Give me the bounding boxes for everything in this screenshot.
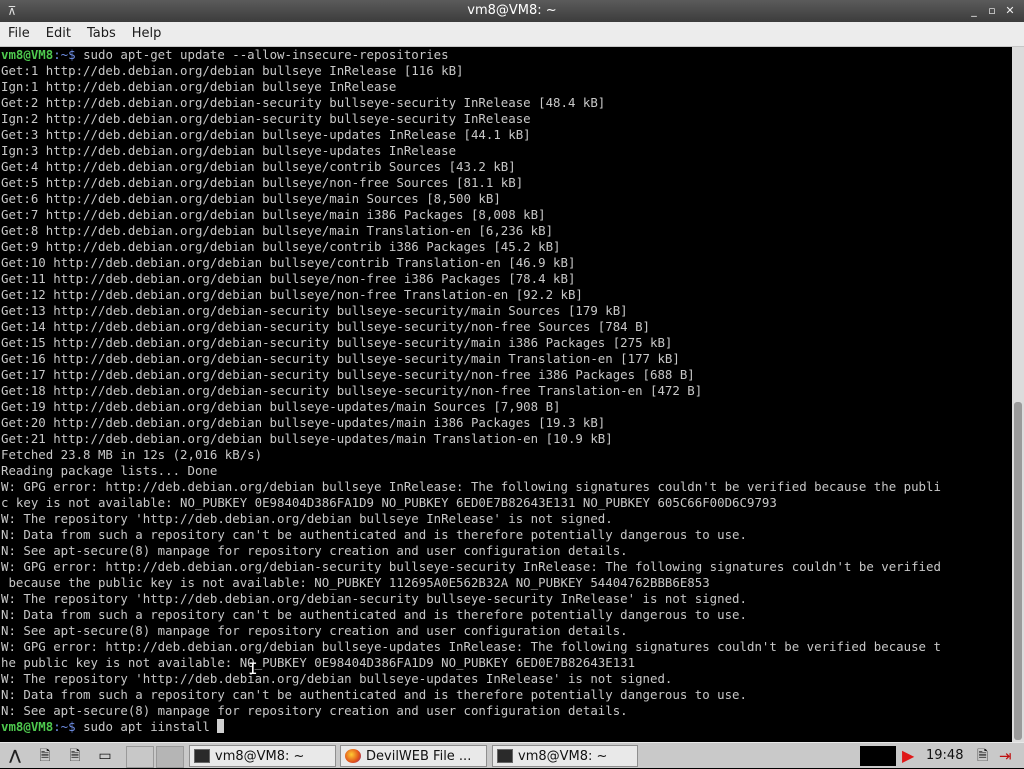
- close-button[interactable]: ✕: [1002, 0, 1018, 22]
- task-label: DevilWEB File ...: [366, 748, 472, 764]
- output-line: Get:6 http://deb.debian.org/debian bulls…: [1, 191, 501, 206]
- terminal-output[interactable]: vm8@VM8:~$ sudo apt-get update --allow-i…: [0, 47, 1012, 742]
- output-line: Get:18 http://deb.debian.org/debian-secu…: [1, 383, 703, 398]
- clock[interactable]: 19:48: [926, 743, 963, 769]
- terminal-scrollbar[interactable]: [1012, 47, 1024, 742]
- taskbar: ⋀ 🗎 🗎 ▭ vm8@VM8: ~ DevilWEB File ... vm8…: [0, 742, 1024, 768]
- output-line: Get:13 http://deb.debian.org/debian-secu…: [1, 303, 628, 318]
- command-line-2[interactable]: vm8@VM8:~$ sudo apt iinstall: [1, 719, 1012, 735]
- output-line: Get:3 http://deb.debian.org/debian bulls…: [1, 127, 531, 142]
- output-line: Get:15 http://deb.debian.org/debian-secu…: [1, 335, 673, 350]
- output-line: c key is not available: NO_PUBKEY 0E9840…: [1, 495, 777, 510]
- taskbar-task-browser[interactable]: DevilWEB File ...: [340, 745, 487, 767]
- terminal-icon: [497, 749, 513, 763]
- output-line: Get:14 http://deb.debian.org/debian-secu…: [1, 319, 651, 334]
- terminal-window[interactable]: ⊼ vm8@VM8: ~ _ ▫ ✕ File Edit Tabs Help v…: [0, 0, 1024, 742]
- terminal-icon: [194, 749, 210, 763]
- taskbar-task-terminal-2[interactable]: vm8@VM8: ~: [492, 745, 638, 767]
- output-line: Get:4 http://deb.debian.org/debian bulls…: [1, 159, 516, 174]
- output-line: Get:5 http://deb.debian.org/debian bulls…: [1, 175, 524, 190]
- command-input[interactable]: sudo apt iinstall: [76, 719, 218, 734]
- output-line: he public key is not available: NO_PUBKE…: [1, 655, 636, 670]
- output-line: Reading package lists... Done: [1, 463, 218, 478]
- desktop-switcher-2[interactable]: [156, 746, 184, 768]
- output-line: Get:16 http://deb.debian.org/debian-secu…: [1, 351, 680, 366]
- output-line: Get:7 http://deb.debian.org/debian bulls…: [1, 207, 546, 222]
- output-line: N: See apt-secure(8) manpage for reposit…: [1, 623, 628, 638]
- prompt-path: :~$: [53, 719, 76, 734]
- task-label: vm8@VM8: ~: [518, 748, 608, 764]
- document-icon[interactable]: 🗎: [977, 746, 995, 766]
- output-block: Get:1 http://deb.debian.org/debian bulls…: [1, 63, 1012, 719]
- document-icon[interactable]: 🗎: [34, 745, 56, 767]
- window-controls: _ ▫ ✕: [966, 0, 1018, 22]
- taskbar-task-terminal[interactable]: vm8@VM8: ~: [189, 745, 336, 767]
- document-icon[interactable]: 🗎: [64, 745, 86, 767]
- output-line: Get:9 http://deb.debian.org/debian bulls…: [1, 239, 561, 254]
- output-line: N: See apt-secure(8) manpage for reposit…: [1, 703, 628, 718]
- output-line: Get:10 http://deb.debian.org/debian bull…: [1, 255, 576, 270]
- output-line: Get:12 http://deb.debian.org/debian bull…: [1, 287, 583, 302]
- window-titlebar[interactable]: ⊼ vm8@VM8: ~ _ ▫ ✕: [0, 0, 1024, 22]
- output-line: Ign:3 http://deb.debian.org/debian bulls…: [1, 143, 457, 158]
- command-line-1: vm8@VM8:~$ sudo apt-get update --allow-i…: [1, 47, 1012, 63]
- output-line: Get:17 http://deb.debian.org/debian-secu…: [1, 367, 695, 382]
- output-line: W: The repository 'http://deb.debian.org…: [1, 591, 747, 606]
- menu-bar: File Edit Tabs Help: [0, 22, 1024, 47]
- desktop-switcher-1[interactable]: [126, 746, 154, 768]
- output-line: Ign:1 http://deb.debian.org/debian bulls…: [1, 79, 397, 94]
- output-line: W: The repository 'http://deb.debian.org…: [1, 511, 613, 526]
- output-line: W: GPG error: http://deb.debian.org/debi…: [1, 479, 941, 494]
- prompt-user: vm8@VM8: [1, 719, 54, 734]
- output-line: W: The repository 'http://deb.debian.org…: [1, 671, 673, 686]
- menu-tabs[interactable]: Tabs: [79, 22, 124, 46]
- prompt-user: vm8@VM8: [1, 47, 54, 62]
- output-line: W: GPG error: http://deb.debian.org/debi…: [1, 639, 941, 654]
- folder-icon[interactable]: ▭: [94, 745, 116, 767]
- window-title: vm8@VM8: ~: [467, 3, 557, 18]
- output-line: Get:8 http://deb.debian.org/debian bulls…: [1, 223, 554, 238]
- output-line: N: See apt-secure(8) manpage for reposit…: [1, 543, 628, 558]
- output-line: Fetched 23.8 MB in 12s (2,016 kB/s): [1, 447, 263, 462]
- command-text: sudo apt-get update --allow-insecure-rep…: [75, 47, 449, 62]
- start-menu-icon[interactable]: ⋀: [4, 745, 26, 767]
- menu-file[interactable]: File: [0, 22, 38, 46]
- logout-icon[interactable]: ⇥: [999, 746, 1019, 766]
- output-line: N: Data from such a repository can't be …: [1, 527, 747, 542]
- browser-icon: [345, 749, 361, 763]
- output-line: Get:21 http://deb.debian.org/debian bull…: [1, 431, 613, 446]
- output-line: Ign:2 http://deb.debian.org/debian-secur…: [1, 111, 531, 126]
- output-line: Get:20 http://deb.debian.org/debian bull…: [1, 415, 606, 430]
- tray-indicator[interactable]: [860, 746, 896, 766]
- task-label: vm8@VM8: ~: [215, 748, 305, 764]
- output-line: because the public key is not available:…: [1, 575, 710, 590]
- output-line: Get:2 http://deb.debian.org/debian-secur…: [1, 95, 606, 110]
- maximize-button[interactable]: ▫: [984, 0, 1000, 22]
- output-line: Get:19 http://deb.debian.org/debian bull…: [1, 399, 561, 414]
- scrollbar-thumb[interactable]: [1014, 402, 1022, 740]
- output-line: W: GPG error: http://deb.debian.org/debi…: [1, 559, 941, 574]
- text-cursor: [217, 719, 225, 733]
- mouse-ibeam-cursor-icon: I: [248, 659, 258, 678]
- output-line: N: Data from such a repository can't be …: [1, 687, 747, 702]
- menu-help[interactable]: Help: [124, 22, 170, 46]
- minimize-button[interactable]: _: [966, 0, 982, 22]
- output-line: Get:1 http://deb.debian.org/debian bulls…: [1, 63, 464, 78]
- output-line: N: Data from such a repository can't be …: [1, 607, 747, 622]
- output-line: Get:11 http://deb.debian.org/debian bull…: [1, 271, 576, 286]
- prompt-path: :~$: [53, 47, 76, 62]
- notification-flag-icon[interactable]: ▶: [902, 746, 920, 766]
- menu-edit[interactable]: Edit: [38, 22, 79, 46]
